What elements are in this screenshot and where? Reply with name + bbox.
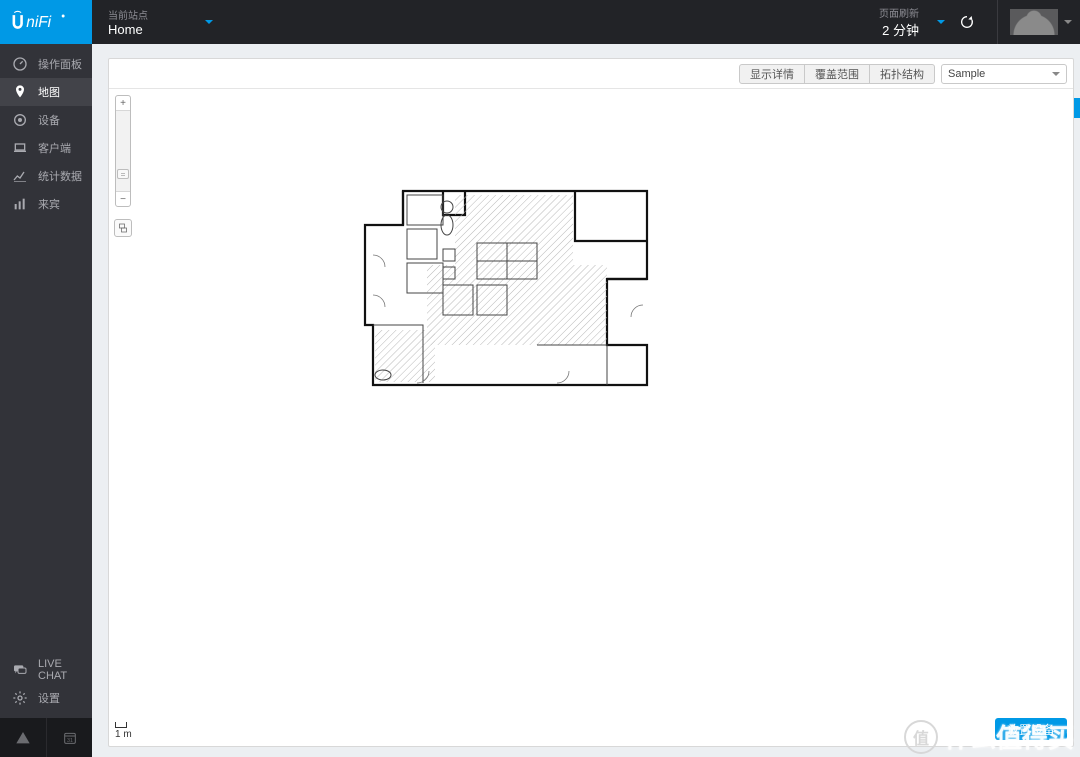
view-mode-group: 显示详情 覆盖范围 拓扑结构 [739, 64, 935, 84]
main-content: 显示详情 覆盖范围 拓扑结构 Sample + − [92, 44, 1080, 757]
orientation-button[interactable] [114, 219, 132, 237]
site-selector[interactable]: 当前站点 Home [92, 0, 148, 44]
laptop-icon [12, 140, 28, 156]
events-button[interactable]: 31 [46, 718, 92, 757]
sidebar-item-settings[interactable]: 设置 [0, 684, 92, 712]
site-name: Home [108, 22, 148, 37]
zoom-thumb[interactable] [117, 169, 129, 179]
sidebar-item-label: 操作面板 [38, 56, 82, 72]
map-toolbar: 显示详情 覆盖范围 拓扑结构 Sample [109, 59, 1073, 89]
unifi-logo[interactable]: niFi [0, 0, 92, 44]
sidebar-item-stats[interactable]: 统计数据 [0, 162, 92, 190]
place-device-button[interactable]: 放置设备 [995, 718, 1067, 740]
nav-list: 操作面板 地图 设备 客户端 统计数据 [0, 44, 92, 218]
pin-icon [12, 84, 28, 100]
sidebar-item-label: 设备 [38, 112, 60, 128]
topology-button[interactable]: 拓扑结构 [870, 64, 935, 84]
alerts-button[interactable] [0, 718, 46, 757]
sidebar-item-label: 设置 [38, 690, 60, 706]
chat-icon [12, 662, 28, 678]
scale-label: 1 m [115, 729, 132, 740]
gauge-icon [12, 56, 28, 72]
user-menu[interactable] [998, 0, 1080, 44]
scale-indicator: 1 m [115, 722, 132, 740]
chevron-down-icon[interactable] [205, 20, 213, 24]
footer-strip: 31 [0, 718, 92, 757]
map-select-value: Sample [948, 68, 985, 80]
scale-bar-icon [115, 722, 127, 728]
line-chart-icon [12, 168, 28, 184]
sidebar-item-label: 来宾 [38, 196, 60, 212]
map-canvas[interactable]: + − [109, 89, 1073, 746]
zoom-slider[interactable] [116, 110, 130, 192]
bar-chart-icon [12, 196, 28, 212]
disc-icon [12, 112, 28, 128]
svg-text:niFi: niFi [26, 14, 51, 31]
chevron-down-icon[interactable] [937, 20, 945, 24]
sidebar-item-label: LIVE CHAT [38, 658, 92, 682]
zoom-out-button[interactable]: − [116, 192, 130, 206]
floorplan-image [357, 185, 667, 393]
sidebar-item-dashboard[interactable]: 操作面板 [0, 50, 92, 78]
sidebar-item-devices[interactable]: 设备 [0, 106, 92, 134]
topbar: niFi 当前站点 Home 页面刷新 2 分钟 [0, 0, 1080, 44]
site-label: 当前站点 [108, 7, 148, 22]
coverage-button[interactable]: 覆盖范围 [805, 64, 870, 84]
sidebar-item-guests[interactable]: 来宾 [0, 190, 92, 218]
map-select[interactable]: Sample [941, 64, 1067, 84]
chevron-down-icon [1064, 20, 1072, 24]
gear-icon [12, 690, 28, 706]
refresh-selector[interactable]: 页面刷新 2 分钟 [879, 5, 919, 39]
svg-text:31: 31 [67, 738, 73, 744]
sidebar-item-label: 统计数据 [38, 168, 82, 184]
sidebar-item-clients[interactable]: 客户端 [0, 134, 92, 162]
avatar [1010, 9, 1058, 35]
sidebar-item-label: 地图 [38, 84, 60, 100]
map-card: 显示详情 覆盖范围 拓扑结构 Sample + − [108, 58, 1074, 747]
detail-button[interactable]: 显示详情 [739, 64, 805, 84]
zoom-in-button[interactable]: + [116, 96, 130, 110]
chevron-down-icon [1052, 72, 1060, 76]
sidebar: 操作面板 地图 设备 客户端 统计数据 [0, 44, 92, 718]
refresh-icon[interactable] [959, 14, 975, 30]
sidebar-item-label: 客户端 [38, 140, 71, 156]
sidebar-item-livechat[interactable]: LIVE CHAT [0, 656, 92, 684]
zoom-control: + − [115, 95, 131, 207]
refresh-value: 2 分钟 [879, 20, 919, 39]
refresh-label: 页面刷新 [879, 5, 919, 20]
sidebar-item-map[interactable]: 地图 [0, 78, 92, 106]
